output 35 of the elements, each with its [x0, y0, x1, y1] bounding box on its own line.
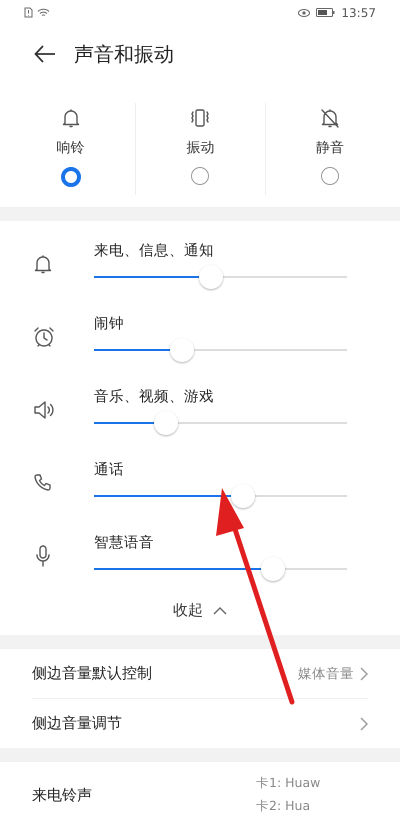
chevron-up-icon [213, 606, 227, 614]
setting-label[interactable]: 侧边音量默认控制 [32, 664, 152, 683]
setting-label[interactable]: 侧边音量调节 [32, 714, 122, 733]
volume-label: 来电、信息、通知 [94, 242, 215, 260]
bell-off-icon [318, 107, 341, 129]
sim-card-icon [24, 7, 33, 18]
battery-icon [316, 8, 336, 17]
back-arrow-icon[interactable] [34, 45, 56, 63]
mode-label: 振动 [186, 139, 214, 157]
radio-button[interactable] [191, 167, 210, 185]
slider-thumb[interactable] [154, 411, 178, 435]
volume-label: 通话 [94, 461, 125, 479]
wifi-icon [37, 8, 50, 18]
slider-thumb[interactable] [199, 265, 224, 289]
setting-value: 媒体音量 [298, 664, 354, 682]
slider-thumb[interactable] [261, 557, 286, 581]
slider-thumb[interactable] [231, 484, 256, 508]
setting-label[interactable]: 来电铃声 [32, 786, 92, 804]
volume-label: 音乐、视频、游戏 [94, 388, 215, 406]
status-time: 13:57 [341, 6, 376, 20]
ringtone-value: 卡1: Huaw [256, 775, 322, 792]
ringtone-value: 卡2: Hua [256, 798, 312, 815]
slider-thumb[interactable] [170, 338, 194, 362]
mode-label: 静音 [316, 139, 344, 157]
chevron-right-icon [360, 716, 368, 730]
mode-label: 响铃 [56, 139, 85, 157]
radio-button[interactable] [320, 167, 339, 185]
volume-label: 闹钟 [94, 315, 125, 333]
chevron-right-icon [360, 666, 368, 680]
alarm-clock-icon [32, 324, 56, 348]
radio-button[interactable] [60, 167, 81, 187]
volume-label: 智慧语音 [94, 534, 155, 552]
eye-icon [298, 8, 310, 16]
page-title: 声音和振动 [74, 40, 174, 68]
collapse-button[interactable]: 收起 [167, 600, 233, 621]
